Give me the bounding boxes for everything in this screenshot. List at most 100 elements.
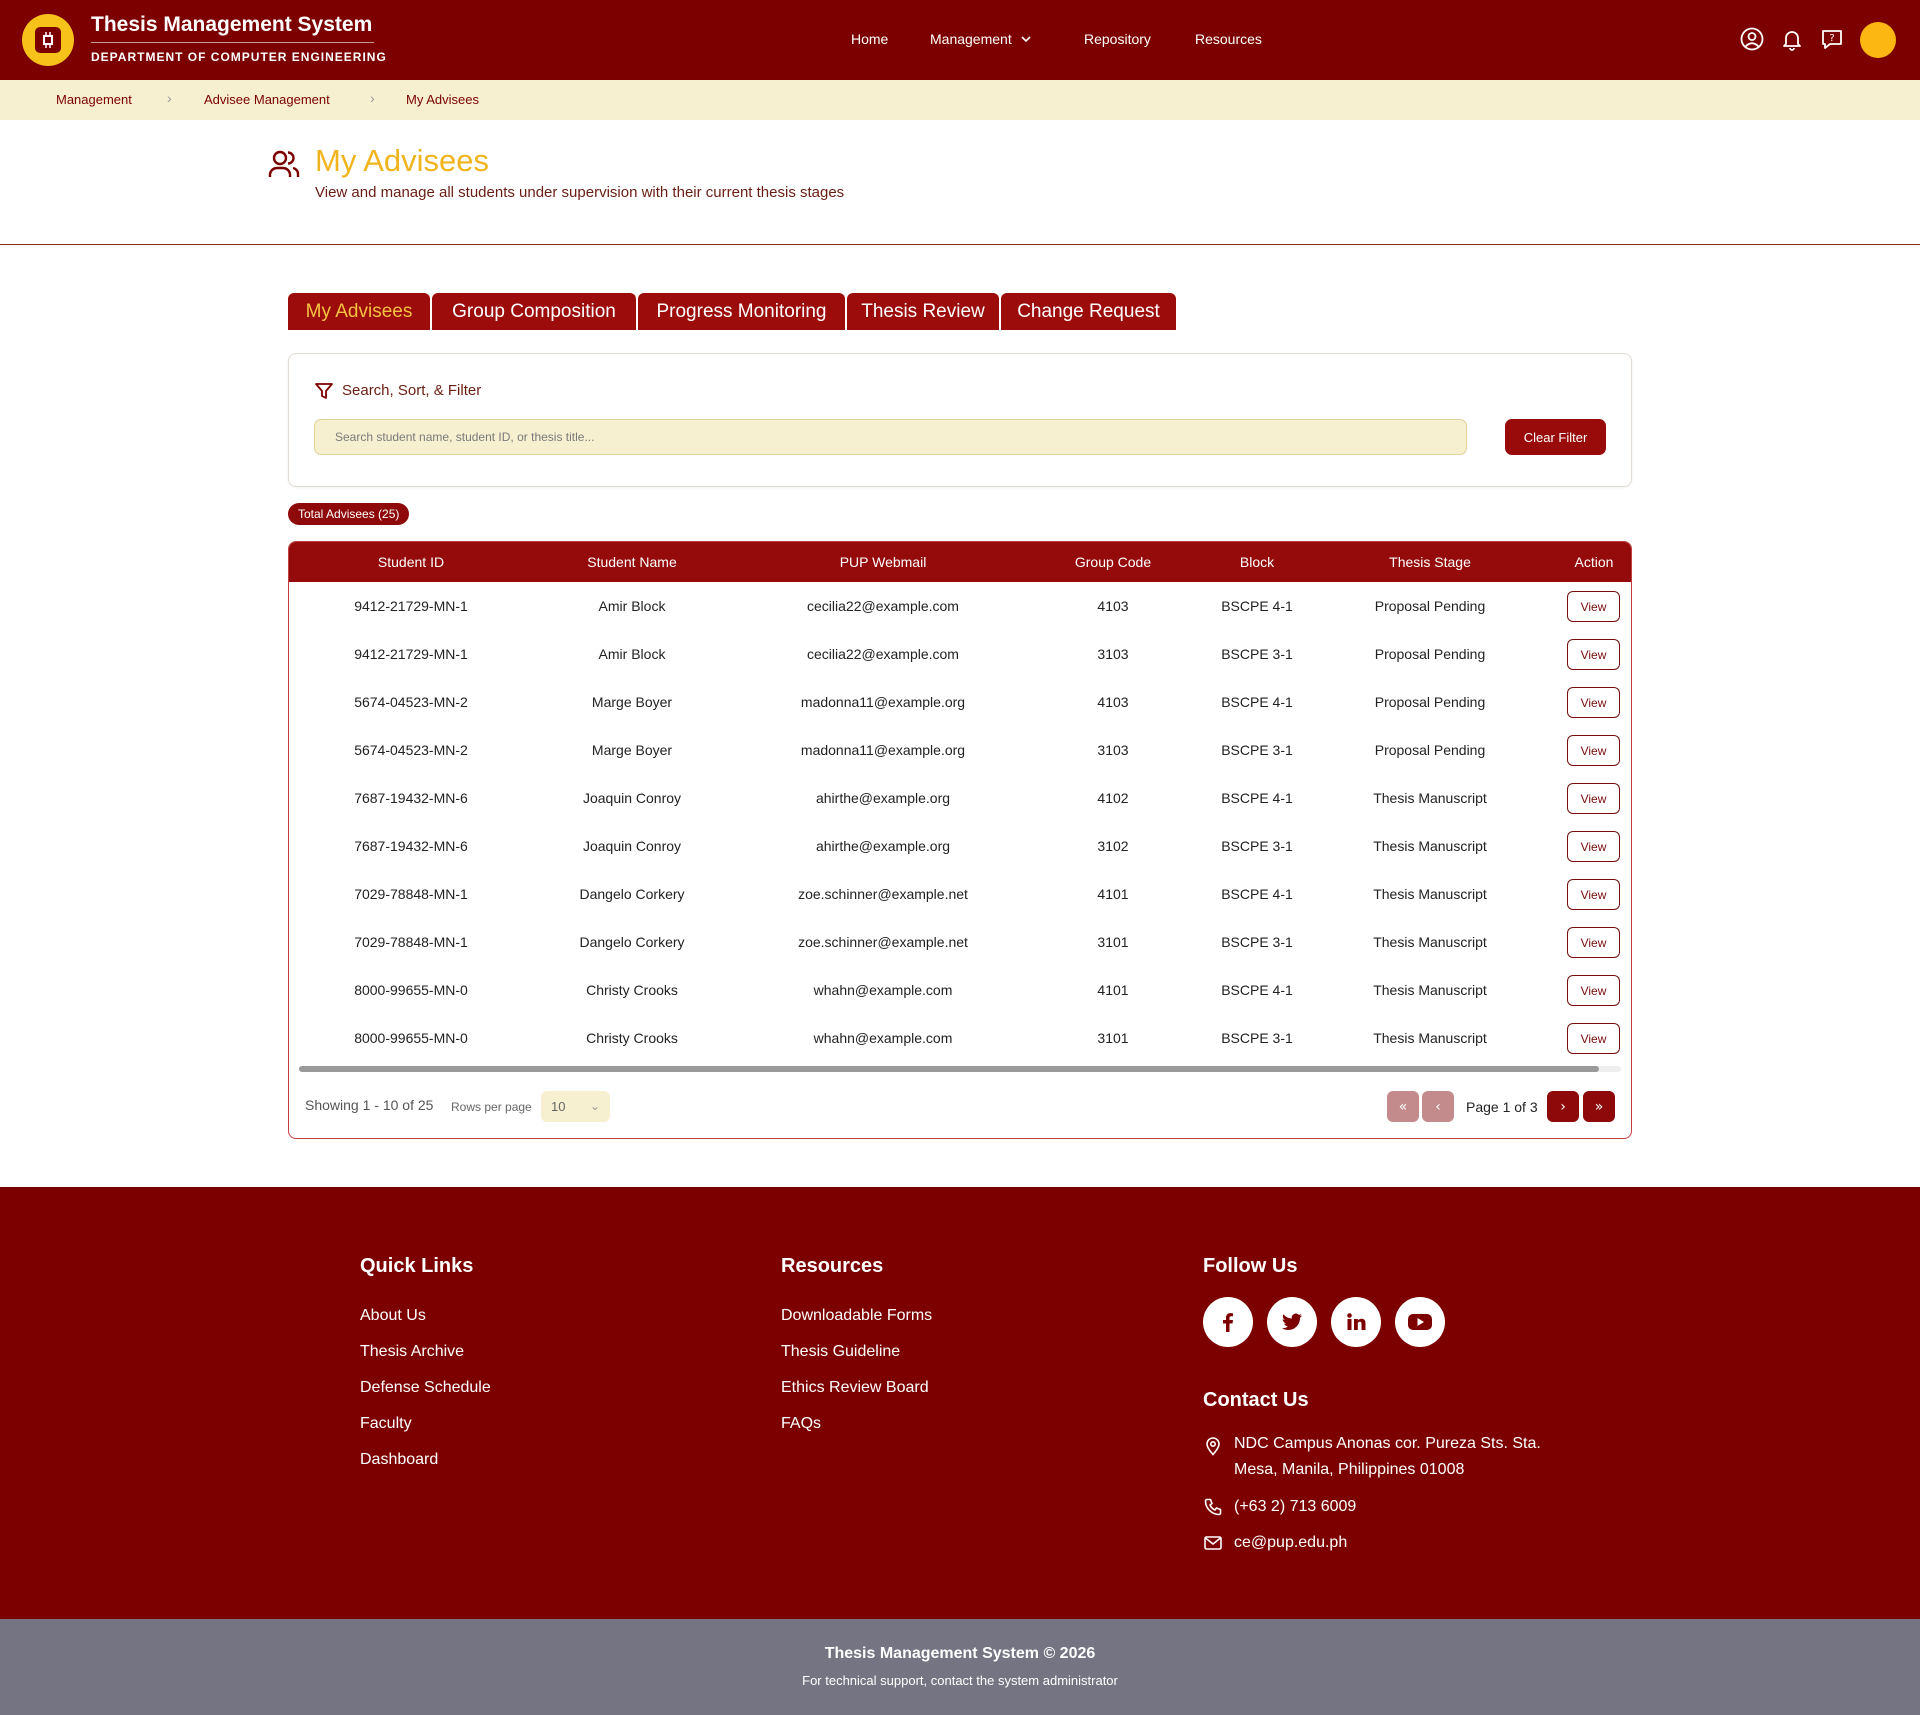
cell-student-id: 9412-21729-MN-1 [354,598,468,614]
youtube-icon[interactable] [1395,1297,1445,1347]
search-input[interactable] [314,419,1467,455]
breadcrumb-item-management[interactable]: Management [56,92,132,107]
cell-webmail: whahn@example.com [813,1030,953,1046]
table-row: 9412-21729-MN-1 Amir Block cecilia22@examp… [289,630,1631,678]
contact-phone[interactable]: (+63 2) 713 6009 [1234,1494,1356,1520]
first-page-button[interactable]: « [1387,1091,1419,1122]
brand-divider [91,42,374,43]
cell-student-id: 7687-19432-MN-6 [354,838,468,854]
table-row: 8000-99655-MN-0 Christy Crooks whahn@examp… [289,1014,1631,1062]
cell-block: BSCPE 4-1 [1221,790,1293,806]
tab-my-advisees[interactable]: My Advisees [288,293,430,330]
cell-group-code: 4101 [1097,886,1129,902]
view-button[interactable]: View [1567,831,1620,862]
footer-resources-title: Resources [781,1255,884,1277]
cell-student-id: 7687-19432-MN-6 [354,790,468,806]
next-page-button[interactable]: › [1547,1091,1579,1122]
footer-link-ethics-review-board[interactable]: Ethics Review Board [781,1379,929,1397]
column-header-group-code[interactable]: Group Code [1075,542,1151,582]
cell-student-name: Dangelo Corkery [579,886,685,902]
rows-per-page-select[interactable]: 10 ⌄ [541,1091,610,1122]
footer-link-defense-schedule[interactable]: Defense Schedule [360,1379,491,1397]
cell-thesis-stage: Thesis Manuscript [1373,982,1487,998]
column-header-student-id[interactable]: Student ID [378,542,444,582]
cell-student-id: 7029-78848-MN-1 [354,886,468,902]
bell-icon[interactable] [1779,26,1805,52]
clear-filter-button[interactable]: Clear Filter [1505,419,1606,455]
cell-thesis-stage: Thesis Manuscript [1373,934,1487,950]
cell-student-name: Amir Block [598,598,666,614]
last-page-button[interactable]: » [1583,1091,1615,1122]
view-button[interactable]: View [1567,927,1620,958]
tab-group-composition[interactable]: Group Composition [432,293,636,330]
showing-range: Showing 1 - 10 of 25 [305,1097,434,1113]
view-button[interactable]: View [1567,591,1620,622]
help-chat-icon[interactable]: ? [1819,26,1845,52]
cell-group-code: 4103 [1097,694,1129,710]
page-indicator: Page 1 of 3 [1466,1099,1538,1115]
total-advisees-badge: Total Advisees (25) [288,503,410,525]
footer-link-dashboard[interactable]: Dashboard [360,1451,438,1469]
tab-change-request[interactable]: Change Request [1001,293,1176,330]
tab-progress-monitoring[interactable]: Progress Monitoring [638,293,845,330]
nav-repository[interactable]: Repository [1084,31,1151,47]
view-button[interactable]: View [1567,639,1620,670]
column-header-pup-webmail[interactable]: PUP Webmail [840,542,927,582]
breadcrumb-separator-icon: › [370,90,375,106]
column-header-student-name[interactable]: Student Name [587,542,677,582]
cell-webmail: madonna11@example.org [800,742,966,758]
view-button[interactable]: View [1567,879,1620,910]
twitter-icon[interactable] [1267,1297,1317,1347]
horizontal-scrollbar[interactable] [299,1066,1621,1072]
view-button[interactable]: View [1567,975,1620,1006]
filter-label: Search, Sort, & Filter [342,382,482,399]
previous-page-button[interactable]: ‹ [1422,1091,1454,1122]
chevron-down-icon: ⌄ [589,1099,600,1113]
cell-student-name: Christy Crooks [586,982,678,998]
cell-block: BSCPE 3-1 [1221,934,1293,950]
breadcrumb-item-advisee-management[interactable]: Advisee Management [204,92,330,107]
cell-group-code: 4102 [1097,790,1129,806]
footer-link-faculty[interactable]: Faculty [360,1415,412,1433]
footer-link-faqs[interactable]: FAQs [781,1415,821,1433]
filter-icon [315,383,333,399]
contact-email[interactable]: ce@pup.edu.ph [1234,1530,1347,1556]
cell-webmail: zoe.schinner@example.net [798,934,968,950]
view-button[interactable]: View [1567,687,1620,718]
nav-resources[interactable]: Resources [1195,31,1262,47]
footer-link-thesis-archive[interactable]: Thesis Archive [360,1343,464,1361]
view-button[interactable]: View [1567,735,1620,766]
cell-webmail: whahn@example.com [813,982,953,998]
footer-link-about-us[interactable]: About Us [360,1307,426,1325]
tab-thesis-review[interactable]: Thesis Review [847,293,999,330]
cell-thesis-stage: Thesis Manuscript [1373,886,1487,902]
rows-per-page-value: 10 [551,1099,566,1114]
cell-student-id: 5674-04523-MN-2 [354,694,468,710]
university-logo[interactable] [22,14,74,66]
column-header-thesis-stage[interactable]: Thesis Stage [1389,542,1471,582]
linkedin-icon[interactable] [1331,1297,1381,1347]
nav-home[interactable]: Home [851,31,888,47]
cell-student-name: Christy Crooks [586,1030,678,1046]
scrollbar-thumb[interactable] [299,1066,1599,1072]
chip-icon [35,27,61,53]
cell-student-id: 9412-21729-MN-1 [354,646,468,662]
facebook-icon[interactable] [1203,1297,1253,1347]
footer-link-downloadable-forms[interactable]: Downloadable Forms [781,1307,932,1325]
view-button[interactable]: View [1567,1023,1620,1054]
column-header-block[interactable]: Block [1240,542,1274,582]
page-divider [0,244,1920,245]
page-subtitle: View and manage all students under super… [315,184,845,201]
cell-student-id: 8000-99655-MN-0 [354,982,468,998]
view-button[interactable]: View [1567,783,1620,814]
footer-link-thesis-guideline[interactable]: Thesis Guideline [781,1343,900,1361]
cell-student-name: Marge Boyer [591,742,673,758]
user-profile-icon[interactable] [1739,26,1765,52]
cell-group-code: 3101 [1097,1030,1129,1046]
users-icon [268,150,300,177]
cell-group-code: 3103 [1097,742,1129,758]
avatar[interactable] [1860,22,1896,58]
brand-subtitle: DEPARTMENT OF COMPUTER ENGINEERING [91,50,387,64]
nav-management[interactable]: Management [930,31,1032,47]
cell-student-id: 8000-99655-MN-0 [354,1030,468,1046]
